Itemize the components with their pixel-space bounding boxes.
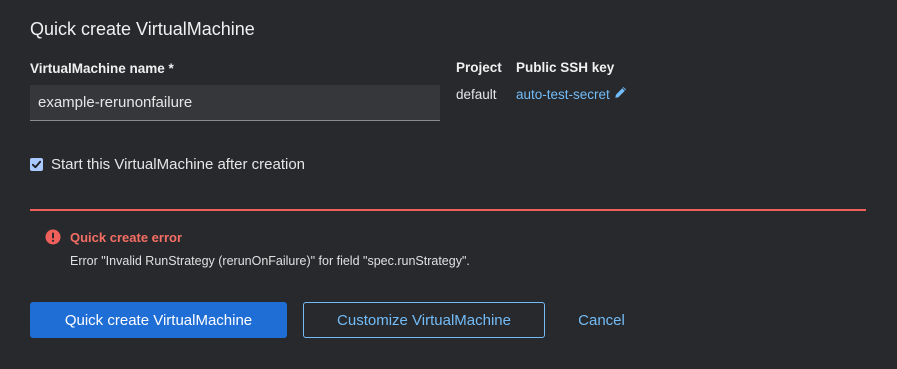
error-alert: Quick create error Error "Invalid RunStr… [30,209,866,275]
ssh-key-label: Public SSH key [516,60,615,75]
start-after-creation-checkbox[interactable] [30,158,43,171]
customize-button[interactable]: Customize VirtualMachine [303,302,545,338]
vm-name-label: VirtualMachine name * [30,61,174,76]
checkmark-icon [31,160,42,169]
quick-create-button[interactable]: Quick create VirtualMachine [30,302,287,338]
cancel-button[interactable]: Cancel [565,302,638,338]
ssh-key-value[interactable]: auto-test-secret [516,87,610,102]
ssh-key-edit-link[interactable]: auto-test-secret [516,86,627,102]
project-value: default [456,87,497,102]
pencil-icon[interactable] [614,86,627,102]
start-after-creation-row[interactable]: Start this VirtualMachine after creation [30,156,305,173]
exclamation-circle-icon [45,229,61,245]
alert-message: Error "Invalid RunStrategy (rerunOnFailu… [70,254,470,268]
project-label: Project [456,60,502,75]
dialog-title: Quick create VirtualMachine [30,19,255,39]
start-after-creation-label[interactable]: Start this VirtualMachine after creation [51,156,305,173]
vm-name-input[interactable] [30,85,440,121]
alert-title: Quick create error [70,230,183,245]
quick-create-panel: Quick create VirtualMachine VirtualMachi… [0,0,897,369]
